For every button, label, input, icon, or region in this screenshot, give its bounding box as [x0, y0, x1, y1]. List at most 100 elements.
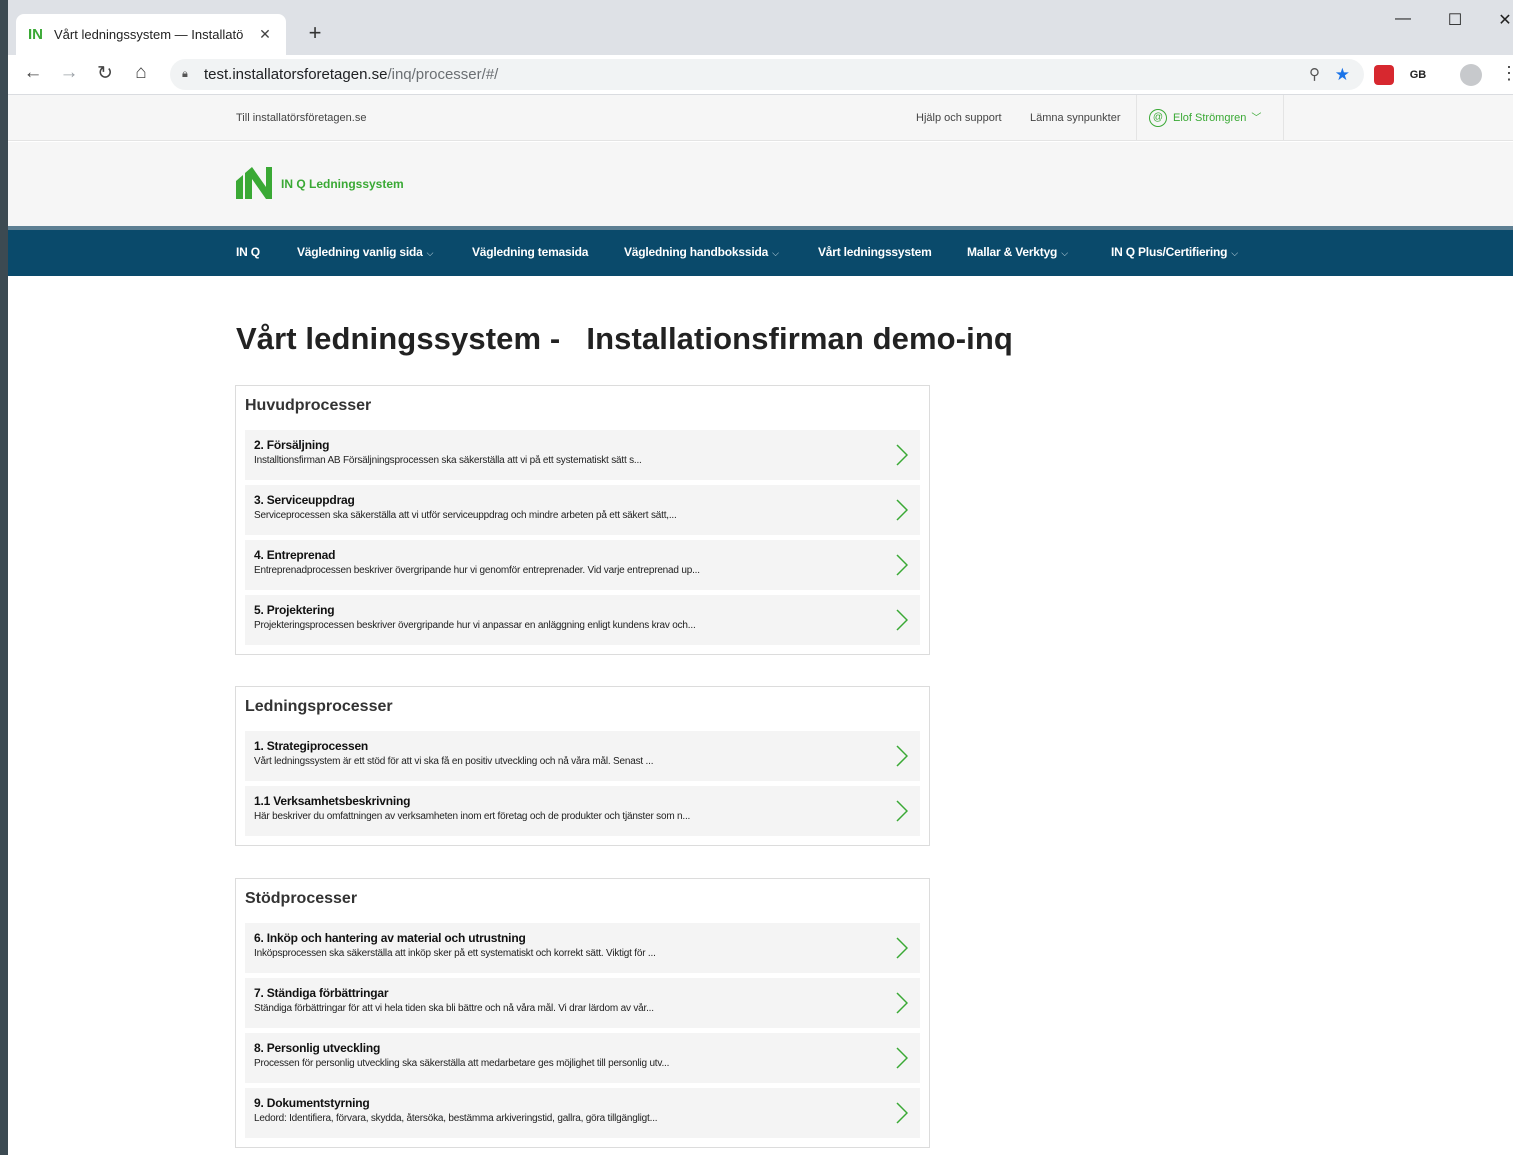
help-link[interactable]: Hjälp och support	[916, 112, 1002, 124]
minimize-icon[interactable]: —	[1388, 10, 1418, 28]
nav-label: IN Q Plus/Certifiering	[1111, 245, 1228, 259]
nav-label: Vägledning handbokssida	[624, 245, 769, 259]
browser-tab[interactable]: IN Vårt ledningssystem — Installatö ✕	[16, 14, 286, 55]
chevron-down-icon: ⌵	[772, 248, 779, 258]
maximize-icon[interactable]: ☐	[1440, 10, 1470, 30]
nav-label: IN Q	[236, 245, 260, 259]
back-icon[interactable]: ←	[20, 62, 46, 84]
extension-icon[interactable]	[1374, 65, 1394, 85]
main-navigation: IN Q Vägledning vanlig sida ⌵ Vägledning …	[8, 226, 1513, 276]
process-group-lednings: Ledningsprocesser 1. Strategiprocessen V…	[235, 686, 930, 846]
process-group-stod: Stödprocesser 6. Inköp och hantering av …	[235, 878, 930, 1148]
nav-item-mallar-verktyg[interactable]: Mallar & Verktyg ⌵	[967, 245, 1068, 259]
process-title: 6. Inköp och hantering av material och u…	[254, 931, 526, 945]
nav-label: Vägledning temasida	[472, 245, 589, 259]
user-menu[interactable]: @ Elof Strömgren ﹀	[1136, 95, 1284, 141]
home-icon[interactable]: ⌂	[128, 62, 154, 84]
chevron-right-icon	[896, 554, 908, 576]
nav-item-vagledning-vanlig[interactable]: Vägledning vanlig sida ⌵	[297, 245, 433, 259]
window-close-icon[interactable]: ✕	[1490, 10, 1513, 30]
forward-icon[interactable]: →	[56, 62, 82, 84]
process-row[interactable]: 7. Ständiga förbättringar Ständiga förbä…	[245, 978, 920, 1028]
group-heading: Stödprocesser	[245, 890, 358, 907]
process-row[interactable]: 2. Försäljning Installtionsfirman AB För…	[245, 430, 920, 480]
chevron-right-icon	[896, 937, 908, 959]
brand-header: IN Q Ledningssystem	[8, 142, 1513, 226]
user-icon: @	[1149, 109, 1167, 128]
group-heading: Huvudprocesser	[245, 397, 372, 414]
process-title: 4. Entreprenad	[254, 548, 336, 562]
process-title: 7. Ständiga förbättringar	[254, 986, 389, 1000]
process-title: 5. Projektering	[254, 603, 335, 617]
process-description: Vårt ledningssystem är ett stöd för att …	[254, 756, 654, 767]
profile-avatar-icon[interactable]	[1460, 64, 1482, 86]
browser-menu-icon[interactable]: ⋮	[1500, 63, 1513, 84]
process-description: Inköpsprocessen ska säkerställa att inkö…	[254, 948, 656, 959]
chevron-down-icon: ⌵	[1231, 248, 1238, 258]
tab-title: Vårt ledningssystem — Installatö	[54, 27, 244, 42]
new-tab-icon[interactable]: +	[303, 20, 327, 46]
process-title: 1. Strategiprocessen	[254, 739, 369, 753]
chevron-right-icon	[896, 745, 908, 767]
process-row[interactable]: 9. Dokumentstyrning Ledord: Identifiera,…	[245, 1088, 920, 1138]
chevron-right-icon	[896, 1102, 908, 1124]
user-name: Elof Strömgren	[1173, 112, 1247, 124]
process-row[interactable]: 1. Strategiprocessen Vårt ledningssystem…	[245, 731, 920, 781]
process-description: Installtionsfirman AB Försäljningsproces…	[254, 455, 642, 466]
nav-item-vagledning-tema[interactable]: Vägledning temasida	[472, 245, 588, 259]
process-title: 9. Dokumentstyrning	[254, 1096, 370, 1110]
zoom-icon[interactable]: ⚲	[1309, 59, 1320, 90]
in-logo-icon[interactable]	[236, 167, 272, 199]
nav-item-vart-ledningssystem[interactable]: Vårt ledningssystem	[818, 245, 932, 259]
chevron-down-icon: ⌵	[1061, 248, 1068, 258]
chevron-down-icon: ﹀	[1251, 113, 1262, 124]
nav-item-inq-plus[interactable]: IN Q Plus/Certifiering ⌵	[1111, 245, 1238, 259]
chevron-right-icon	[896, 992, 908, 1014]
process-description: Ständiga förbättringar för att vi hela t…	[254, 1003, 654, 1014]
process-row[interactable]: 6. Inköp och hantering av material och u…	[245, 923, 920, 973]
chevron-right-icon	[896, 1047, 908, 1069]
browser-toolbar: ← → ↻ ⌂ 🔒︎ test.installatorsforetagen.se…	[8, 55, 1513, 95]
group-heading: Ledningsprocesser	[245, 698, 393, 715]
reload-icon[interactable]: ↻	[92, 62, 118, 85]
chevron-down-icon: ⌵	[426, 248, 434, 258]
process-row[interactable]: 4. Entreprenad Entreprenadprocessen besk…	[245, 540, 920, 590]
browser-tab-bar: IN Vårt ledningssystem — Installatö ✕ + …	[8, 0, 1513, 55]
nav-item-vagledning-handbok[interactable]: Vägledning handbokssida ⌵	[624, 245, 779, 259]
url-path: /inq/processer/#/	[387, 66, 499, 83]
nav-item-inq[interactable]: IN Q	[236, 245, 260, 259]
chevron-right-icon	[896, 800, 908, 822]
favicon-icon: IN	[28, 25, 43, 43]
process-description: Serviceprocessen ska säkerställa att vi …	[254, 510, 677, 521]
external-site-link[interactable]: Till installatörsföretagen.se	[236, 112, 366, 124]
process-title: 1.1 Verksamhetsbeskrivning	[254, 794, 411, 808]
address-bar[interactable]: 🔒︎ test.installatorsforetagen.se/inq/pro…	[170, 59, 1364, 90]
process-row[interactable]: 5. Projektering Projekteringsprocessen b…	[245, 595, 920, 645]
nav-label: Vägledning vanlig sida	[297, 245, 423, 259]
web-page: Till installatörsföretagen.se Hjälp och …	[8, 95, 1513, 1155]
process-description: Entreprenadprocessen beskriver övergripa…	[254, 565, 700, 576]
process-group-huvud: Huvudprocesser 2. Försäljning Installtio…	[235, 385, 930, 655]
nav-label: Mallar & Verktyg	[967, 245, 1058, 259]
close-tab-icon[interactable]: ✕	[256, 26, 274, 43]
chevron-right-icon	[896, 499, 908, 521]
process-description: Processen för personlig utveckling ska s…	[254, 1058, 670, 1069]
process-description: Här beskriver du omfattningen av verksam…	[254, 811, 691, 822]
process-row[interactable]: 3. Serviceuppdrag Serviceprocessen ska s…	[245, 485, 920, 535]
feedback-link[interactable]: Lämna synpunkter	[1030, 112, 1121, 124]
process-title: 8. Personlig utveckling	[254, 1041, 381, 1055]
process-row[interactable]: 1.1 Verksamhetsbeskrivning Här beskriver…	[245, 786, 920, 836]
lock-icon: 🔒︎	[182, 68, 188, 80]
bookmark-star-icon[interactable]: ★	[1335, 59, 1350, 90]
brand-name[interactable]: IN Q Ledningssystem	[281, 177, 404, 191]
extension-icon-2[interactable]: GB	[1406, 65, 1430, 85]
chevron-right-icon	[896, 609, 908, 631]
page-title: Vårt ledningssystem - Installationsfirma…	[236, 321, 1013, 356]
utility-bar: Till installatörsföretagen.se Hjälp och …	[8, 95, 1513, 141]
process-row[interactable]: 8. Personlig utveckling Processen för pe…	[245, 1033, 920, 1083]
process-title: 2. Försäljning	[254, 438, 330, 452]
url-host: test.installatorsforetagen.se	[204, 66, 388, 83]
process-description: Projekteringsprocessen beskriver övergri…	[254, 620, 696, 631]
chevron-right-icon	[896, 444, 908, 466]
process-title: 3. Serviceuppdrag	[254, 493, 355, 507]
